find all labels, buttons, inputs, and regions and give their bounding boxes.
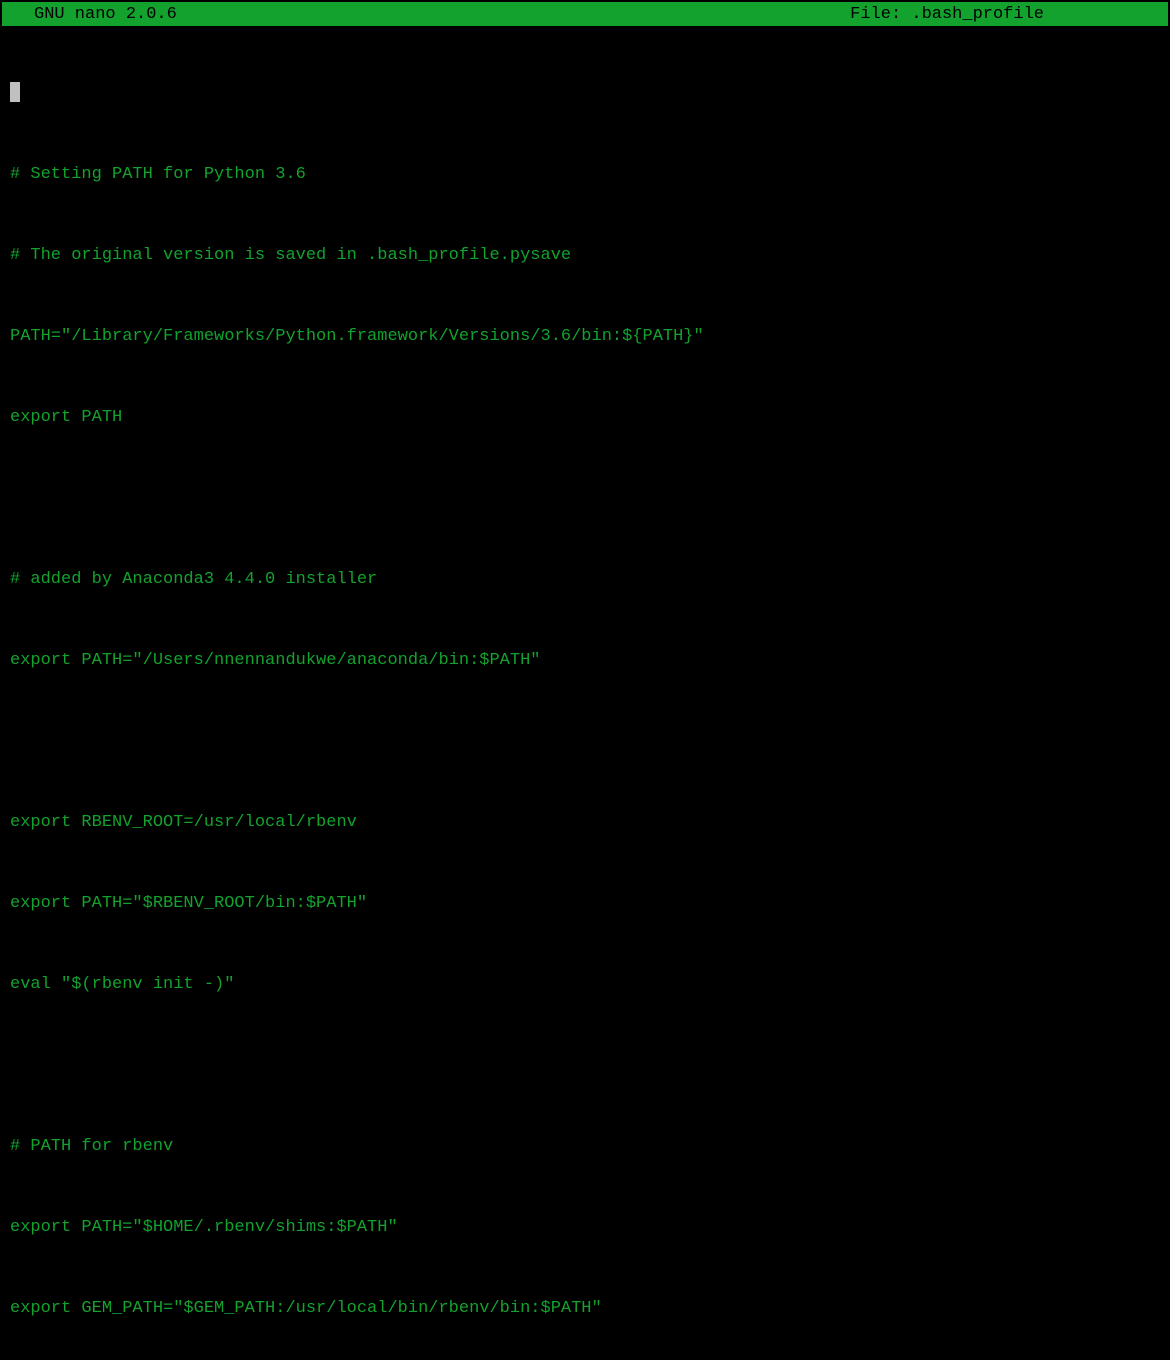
editor-line[interactable]: export PATH="$RBENV_ROOT/bin:$PATH" bbox=[10, 890, 1160, 917]
line-content: export GEM_PATH="$GEM_PATH:/usr/local/bi… bbox=[10, 1299, 602, 1318]
line-content: # added by Anaconda3 4.4.0 installer bbox=[10, 570, 377, 589]
editor-line[interactable] bbox=[10, 485, 1160, 512]
line-content: export PATH="/Users/nnennandukwe/anacond… bbox=[10, 651, 541, 670]
nano-title-bar: GNU nano 2.0.6 File: .bash_profile bbox=[2, 2, 1168, 26]
editor-line[interactable]: # added by Anaconda3 4.4.0 installer bbox=[10, 566, 1160, 593]
editor-text-area[interactable]: # Setting PATH for Python 3.6 # The orig… bbox=[2, 26, 1168, 1360]
editor-line[interactable]: export PATH bbox=[10, 404, 1160, 431]
editor-line[interactable]: export PATH="$HOME/.rbenv/shims:$PATH" bbox=[10, 1214, 1160, 1241]
line-content: export RBENV_ROOT=/usr/local/rbenv bbox=[10, 813, 357, 832]
line-content: # PATH for rbenv bbox=[10, 1137, 173, 1156]
nano-app-name: GNU nano 2.0.6 bbox=[6, 5, 177, 24]
editor-line[interactable]: export RBENV_ROOT=/usr/local/rbenv bbox=[10, 809, 1160, 836]
line-content: # The original version is saved in .bash… bbox=[10, 246, 571, 265]
editor-line[interactable]: export GEM_PATH="$GEM_PATH:/usr/local/bi… bbox=[10, 1295, 1160, 1322]
line-content: eval "$(rbenv init -)" bbox=[10, 975, 234, 994]
nano-file-label: File: .bash_profile bbox=[850, 5, 1164, 24]
editor-line[interactable]: eval "$(rbenv init -)" bbox=[10, 971, 1160, 998]
text-cursor bbox=[10, 82, 20, 102]
editor-line[interactable]: PATH="/Library/Frameworks/Python.framewo… bbox=[10, 323, 1160, 350]
editor-line[interactable]: export PATH="/Users/nnennandukwe/anacond… bbox=[10, 647, 1160, 674]
line-content: export PATH="$HOME/.rbenv/shims:$PATH" bbox=[10, 1218, 398, 1237]
line-content: # Setting PATH for Python 3.6 bbox=[10, 165, 306, 184]
line-content: export PATH bbox=[10, 408, 122, 427]
editor-line[interactable]: # PATH for rbenv bbox=[10, 1133, 1160, 1160]
line-content: PATH="/Library/Frameworks/Python.framewo… bbox=[10, 327, 704, 346]
editor-line[interactable] bbox=[10, 1052, 1160, 1079]
editor-line[interactable]: # Setting PATH for Python 3.6 bbox=[10, 161, 1160, 188]
editor-line[interactable] bbox=[10, 728, 1160, 755]
editor-line[interactable]: # The original version is saved in .bash… bbox=[10, 242, 1160, 269]
line-content: export PATH="$RBENV_ROOT/bin:$PATH" bbox=[10, 894, 367, 913]
editor-line[interactable] bbox=[10, 80, 1160, 107]
